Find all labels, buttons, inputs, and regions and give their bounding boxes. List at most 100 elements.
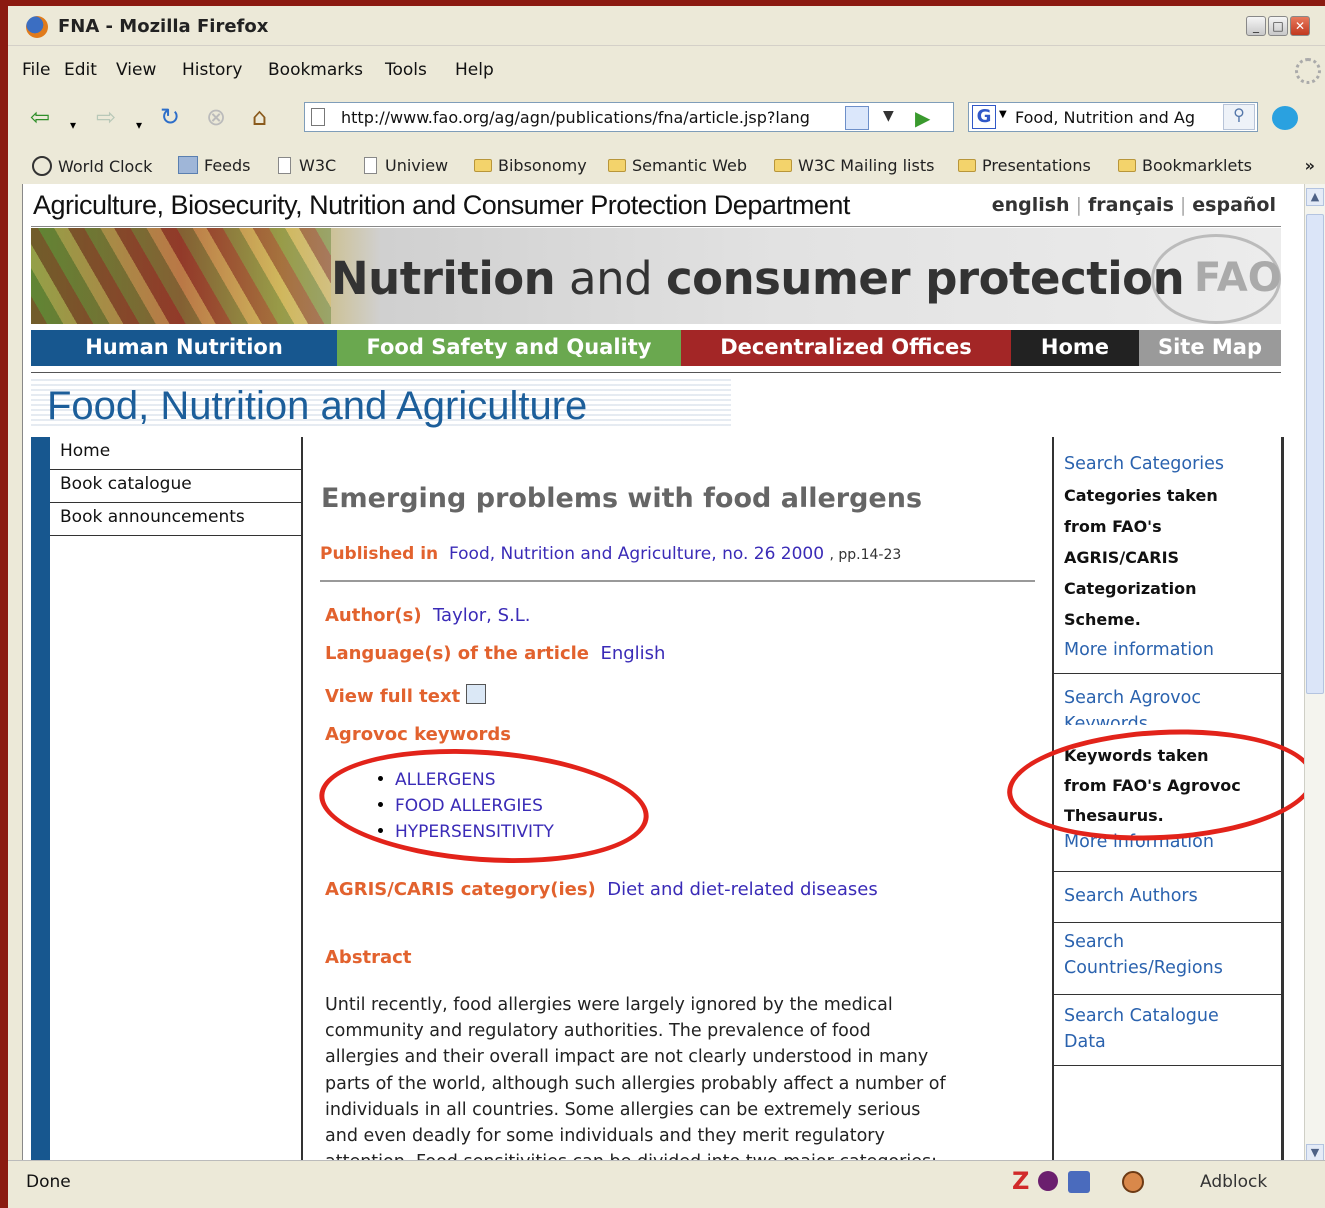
chevron-more-icon[interactable]: » [1305, 156, 1315, 175]
more-information-link[interactable]: More information [1064, 635, 1274, 666]
vertical-scrollbar[interactable]: ▲ ▼ [1304, 184, 1325, 1166]
maximize-button[interactable]: □ [1268, 16, 1288, 36]
bookmark-uniview[interactable]: Uniview [364, 156, 448, 175]
full-text-row[interactable]: View full text [325, 684, 487, 707]
abstract-text: Until recently, food allergies were larg… [325, 995, 946, 1166]
firefox-logo-icon [26, 16, 48, 38]
leftnav-book-catalogue[interactable]: Book catalogue [50, 470, 301, 503]
menu-bookmarks[interactable]: Bookmarks [268, 60, 363, 80]
nav-decentralized-offices[interactable]: Decentralized Offices [681, 330, 1011, 366]
view-full-text-link[interactable]: View full text [325, 686, 460, 707]
bookmark-presentations[interactable]: Presentations [958, 156, 1091, 175]
forward-icon[interactable]: ⇨ [96, 104, 116, 130]
url-text[interactable]: http://www.fao.org/ag/agn/publications/f… [341, 108, 841, 127]
zotero-icon[interactable]: Z [1012, 1167, 1029, 1195]
lang-english[interactable]: english [992, 194, 1070, 216]
article-title: Emerging problems with food allergens [321, 483, 923, 514]
menu-tools[interactable]: Tools [385, 60, 427, 80]
banner: Nutrition and consumer protection FAO [31, 228, 1282, 324]
folder-icon [608, 159, 626, 172]
search-bar[interactable]: G ▼ Food, Nutrition and Ag ⚲ [968, 102, 1258, 132]
bookmark-bibsonomy[interactable]: Bibsonomy [474, 156, 587, 175]
globe-icon [32, 156, 52, 176]
category-link[interactable]: Diet and diet-related diseases [607, 879, 877, 900]
throbber-icon [1295, 58, 1321, 84]
language-switcher: english | français | español [991, 194, 1276, 216]
navigation-toolbar: ⇦ ▾ ⇨ ▾ ↻ ⊗ ⌂ http://www.fao.org/ag/agn/… [8, 96, 1325, 140]
browser-window: FNA - Mozilla Firefox _ □ ✕ File Edit Vi… [8, 6, 1325, 1208]
page-icon [311, 108, 325, 126]
bookmark-world-clock[interactable]: World Clock [32, 156, 152, 176]
window-title: FNA - Mozilla Firefox [58, 16, 269, 37]
author-link[interactable]: Taylor, S.L. [433, 605, 530, 626]
forward-dropdown-icon[interactable]: ▾ [136, 112, 142, 138]
title-bar: FNA - Mozilla Firefox _ □ ✕ [8, 6, 1325, 46]
back-dropdown-icon[interactable]: ▾ [70, 112, 76, 138]
folder-icon [958, 159, 976, 172]
feeds-icon [178, 156, 198, 174]
lang-espanol[interactable]: español [1192, 194, 1276, 216]
lang-francais[interactable]: français [1088, 194, 1174, 216]
url-dropdown-icon[interactable]: ▼ [883, 108, 894, 124]
published-link[interactable]: Food, Nutrition and Agriculture, no. 26 … [449, 544, 824, 564]
main-nav: Human Nutrition Food Safety and Quality … [31, 330, 1281, 366]
nav-site-map[interactable]: Site Map [1139, 330, 1281, 366]
google-engine-icon[interactable]: G [972, 105, 996, 129]
keywords-label: Agrovoc keywords [325, 724, 511, 745]
search-agrovoc-link[interactable]: Search Agrovoc [1064, 683, 1274, 713]
published-row: Published in Food, Nutrition and Agricul… [320, 544, 902, 564]
status-text: Done [26, 1172, 71, 1192]
minimize-button[interactable]: _ [1246, 16, 1266, 36]
page-icon [364, 157, 377, 174]
menu-view[interactable]: View [116, 60, 156, 80]
go-icon[interactable]: ▶ [915, 106, 930, 130]
bookmark-w3c-mailing-lists[interactable]: W3C Mailing lists [774, 156, 934, 175]
folder-icon [474, 159, 492, 172]
search-countries-link[interactable]: Search Countries/Regions [1064, 929, 1274, 981]
bookmarks-toolbar: World Clock Feeds W3C Uniview Bibsonomy … [8, 150, 1325, 184]
bookmark-semantic-web[interactable]: Semantic Web [608, 156, 747, 175]
divider [1054, 994, 1283, 995]
department-title: Agriculture, Biosecurity, Nutrition and … [33, 190, 850, 220]
abstract-label: Abstract [325, 947, 412, 968]
search-categories-link[interactable]: Search Categories [1064, 449, 1274, 480]
bookmark-feeds[interactable]: Feeds [178, 156, 251, 175]
left-color-bar [31, 437, 50, 1166]
leftnav-home[interactable]: Home [50, 437, 301, 470]
url-bar[interactable]: http://www.fao.org/ag/agn/publications/f… [304, 102, 954, 132]
search-icon[interactable]: ⚲ [1223, 104, 1255, 130]
search-authors-link[interactable]: Search Authors [1064, 881, 1274, 912]
search-input[interactable]: Food, Nutrition and Ag [1015, 108, 1211, 127]
search-catalogue-link[interactable]: Search Catalogue Data [1064, 1003, 1274, 1055]
home-icon[interactable]: ⌂ [252, 104, 267, 130]
folder-icon [1118, 159, 1136, 172]
greasemonkey-icon[interactable] [1122, 1171, 1144, 1193]
menu-history[interactable]: History [182, 60, 242, 80]
adblock-label[interactable]: Adblock [1200, 1172, 1267, 1192]
divider [31, 372, 1281, 373]
nav-human-nutrition[interactable]: Human Nutrition [31, 330, 337, 366]
magnifier-document-icon[interactable] [466, 684, 487, 704]
scroll-up-icon[interactable]: ▲ [1306, 188, 1324, 206]
reload-icon[interactable]: ↻ [160, 104, 180, 130]
menu-file[interactable]: File [22, 60, 50, 80]
close-button[interactable]: ✕ [1290, 16, 1310, 36]
language-row: Language(s) of the article English [325, 643, 666, 664]
scroll-thumb[interactable] [1306, 214, 1324, 694]
extension-ball-icon[interactable] [1038, 1171, 1058, 1191]
nav-home[interactable]: Home [1011, 330, 1139, 366]
bookmark-w3c[interactable]: W3C [278, 156, 336, 175]
category-row: AGRIS/CARIS category(ies) Diet and diet-… [325, 879, 878, 900]
leftnav-book-announcements[interactable]: Book announcements [50, 503, 301, 536]
menu-help[interactable]: Help [455, 60, 494, 80]
menu-edit[interactable]: Edit [64, 60, 97, 80]
engine-dropdown-icon[interactable]: ▼ [999, 109, 1007, 120]
delicious-icon[interactable] [1068, 1171, 1090, 1193]
nav-food-safety[interactable]: Food Safety and Quality [337, 330, 681, 366]
skype-icon[interactable] [1272, 106, 1298, 130]
divider [1054, 871, 1283, 872]
stop-icon[interactable]: ⊗ [206, 104, 226, 130]
back-icon[interactable]: ⇦ [30, 104, 50, 130]
bookmark-bookmarklets[interactable]: Bookmarklets [1118, 156, 1252, 175]
vegetables-image [31, 228, 331, 324]
